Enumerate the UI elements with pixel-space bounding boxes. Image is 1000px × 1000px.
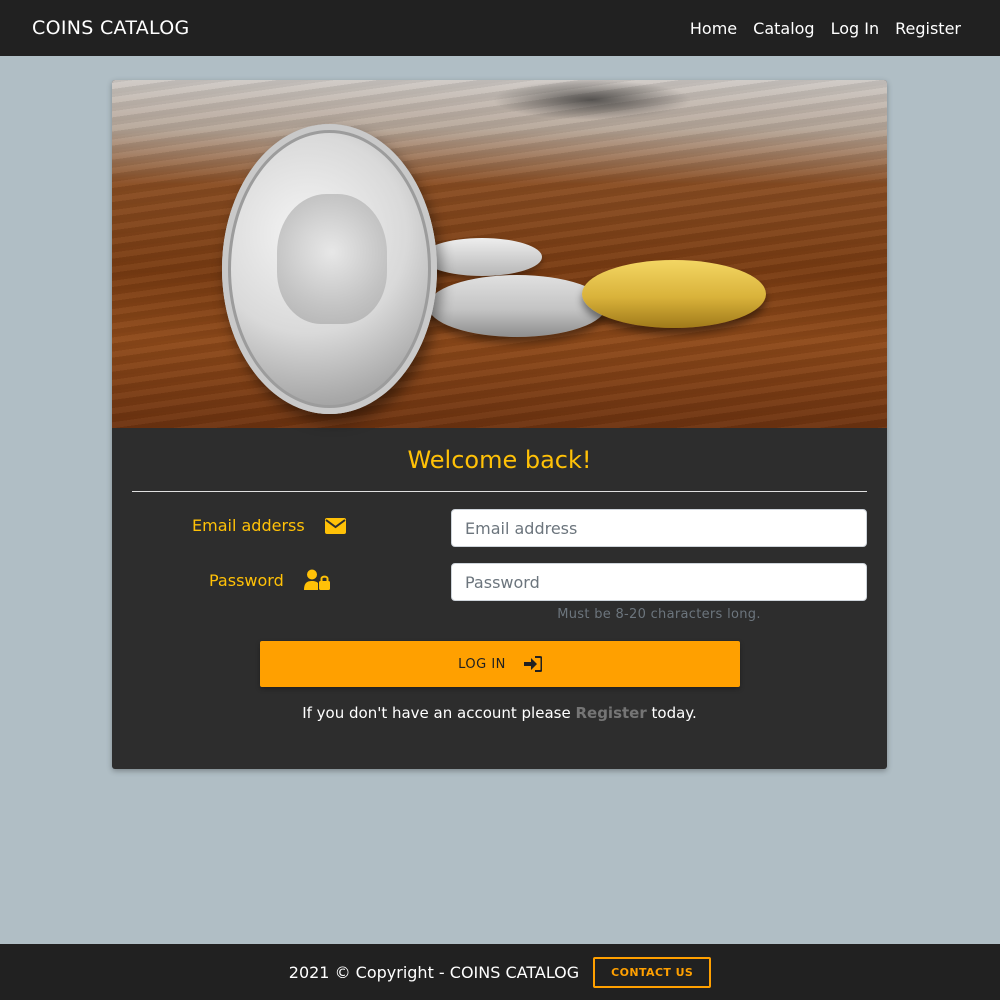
contact-us-button[interactable]: CONTACT US	[593, 956, 712, 988]
copyright-text: 2021 © Copyright - COINS CATALOG	[288, 962, 580, 982]
silver-eagle-coin	[222, 124, 437, 414]
password-label: Password	[209, 569, 330, 591]
user-lock-icon	[303, 569, 330, 591]
password-hint: Must be 8-20 characters long.	[557, 607, 761, 622]
register-prompt: If you don't have an account please Regi…	[112, 704, 887, 722]
nav-register-link[interactable]: Register	[895, 19, 961, 38]
nav-catalog-link[interactable]: Catalog	[753, 19, 814, 38]
nav-links: Home Catalog Log In Register	[690, 19, 968, 38]
brand-logo[interactable]: COINS CATALOG	[32, 17, 190, 39]
eagle-emblem	[277, 194, 387, 324]
register-link[interactable]: Register	[575, 704, 646, 722]
login-button-label: LOG IN	[458, 656, 506, 672]
navbar: COINS CATALOG Home Catalog Log In Regist…	[0, 0, 1000, 56]
silver-coin-back	[422, 238, 542, 276]
login-card: Welcome back! Email adderss Password Mus…	[112, 80, 887, 769]
password-label-text: Password	[209, 570, 284, 590]
register-prefix: If you don't have an account please	[302, 704, 576, 722]
password-input[interactable]	[451, 563, 867, 601]
login-button[interactable]: LOG IN	[260, 641, 740, 687]
email-label-text: Email adderss	[192, 516, 305, 535]
welcome-heading: Welcome back!	[407, 446, 592, 474]
nav-home-link[interactable]: Home	[690, 19, 737, 38]
divider	[132, 491, 867, 492]
nav-login-link[interactable]: Log In	[831, 19, 880, 38]
footer: 2021 © Copyright - COINS CATALOG CONTACT…	[0, 944, 1000, 1000]
gold-coin	[582, 260, 766, 328]
email-label: Email adderss	[192, 516, 346, 535]
register-suffix: today.	[646, 704, 697, 722]
envelope-icon	[324, 517, 346, 534]
sign-in-icon	[523, 656, 542, 672]
hero-coins-image	[112, 80, 887, 428]
silver-coin-flat	[428, 275, 606, 337]
email-input[interactable]	[451, 509, 867, 547]
background-blur	[492, 80, 692, 120]
